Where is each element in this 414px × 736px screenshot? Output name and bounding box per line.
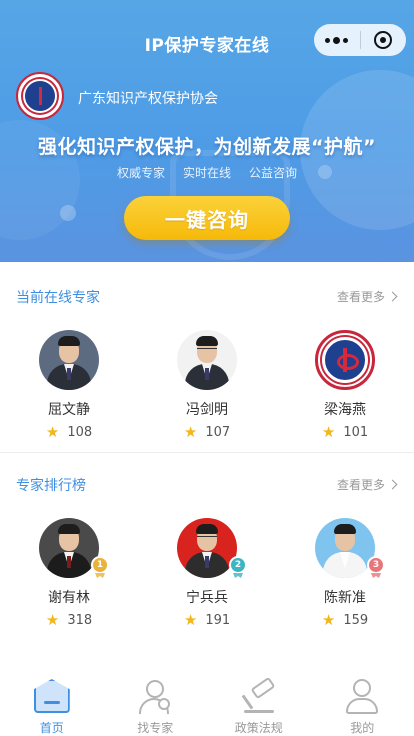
tab-policy[interactable]: 政策法规	[207, 670, 311, 736]
see-more-link[interactable]: 查看更多	[336, 288, 398, 305]
tab-label: 找专家	[137, 721, 174, 735]
gavel-icon	[238, 676, 280, 718]
more-dots-icon[interactable]	[314, 24, 360, 56]
star-icon: ★	[321, 423, 336, 441]
avatar	[315, 330, 375, 390]
star-icon: ★	[321, 611, 336, 629]
tab-find-expert[interactable]: 找专家	[104, 670, 208, 736]
hero-tag: 实时在线	[182, 166, 231, 180]
ranked-expert-card[interactable]: 3 陈新准 ★ 159	[276, 518, 414, 628]
home-icon	[31, 676, 73, 718]
star-icon: ★	[45, 611, 60, 629]
online-experts-header: 当前在线专家 查看更多	[0, 285, 414, 309]
expert-score: ★ 108	[0, 423, 138, 441]
score-value: 108	[67, 425, 93, 440]
expert-score: ★ 318	[0, 611, 138, 629]
hero-slogan: 强化知识产权保护，为创新发展“护航”	[38, 136, 376, 158]
expert-name: 宁兵兵	[186, 590, 228, 606]
hero-tag: 权威专家	[116, 166, 165, 180]
rank-badge: 2	[229, 556, 247, 574]
chevron-right-icon	[387, 291, 398, 302]
expert-card[interactable]: 屈文静 ★ 108	[0, 330, 138, 440]
expert-name: 陈新准	[324, 590, 366, 606]
expert-card[interactable]: 冯剑明 ★ 107	[138, 330, 276, 440]
rank-badge: 1	[91, 556, 109, 574]
find-expert-icon	[134, 676, 176, 718]
section-title: 专家排行榜	[16, 478, 86, 494]
expert-score: ★ 191	[138, 611, 276, 629]
chevron-right-icon	[387, 479, 398, 490]
association-logo	[16, 72, 64, 120]
avatar	[39, 330, 99, 390]
ranking-list: 1 谢有林 ★ 318 2 宁兵兵 ★ 191 3 陈新准 ★ 159	[0, 518, 414, 628]
user-icon	[341, 676, 383, 718]
avatar	[315, 518, 375, 578]
star-icon: ★	[183, 611, 198, 629]
expert-score: ★ 101	[276, 423, 414, 441]
tab-me[interactable]: 我的	[311, 670, 414, 736]
ranked-expert-card[interactable]: 1 谢有林 ★ 318	[0, 518, 138, 628]
see-more-link[interactable]: 查看更多	[336, 476, 398, 493]
expert-card[interactable]: 梁海燕 ★ 101	[276, 330, 414, 440]
hero-tags: 权威专家 实时在线 公益咨询	[0, 164, 414, 181]
expert-name: 梁海燕	[324, 402, 366, 418]
rank-badge: 3	[367, 556, 385, 574]
avatar	[177, 330, 237, 390]
decor-dot	[60, 205, 76, 221]
hero-banner: IP保护专家在线 广东知识产权保护协会 强化知识产权保护，为创新发展“护航” 权…	[0, 0, 414, 262]
star-icon: ★	[45, 423, 60, 441]
tab-home[interactable]: 首页	[0, 670, 104, 736]
score-value: 159	[343, 613, 369, 628]
expert-name: 冯剑明	[186, 402, 228, 418]
score-value: 191	[205, 613, 231, 628]
see-more-label: 查看更多	[336, 290, 385, 304]
consult-button[interactable]: 一键咨询	[124, 196, 290, 240]
expert-score: ★ 107	[138, 423, 276, 441]
expert-name: 谢有林	[48, 590, 90, 606]
tab-label: 首页	[39, 721, 64, 735]
score-value: 107	[205, 425, 231, 440]
online-experts-list: 屈文静 ★ 108 冯剑明 ★ 107 梁海燕 ★ 101	[0, 330, 414, 440]
expert-name: 屈文静	[48, 402, 90, 418]
bottom-tab-bar: 首页 找专家 政策法规 我的	[0, 670, 414, 736]
ranking-header: 专家排行榜 查看更多	[0, 473, 414, 497]
expert-score: ★ 159	[276, 611, 414, 629]
mini-program-capsule	[314, 24, 406, 56]
section-title: 当前在线专家	[16, 290, 100, 306]
ranked-expert-card[interactable]: 2 宁兵兵 ★ 191	[138, 518, 276, 628]
tab-label: 我的	[350, 721, 375, 735]
see-more-label: 查看更多	[336, 478, 385, 492]
association-name: 广东知识产权保护协会	[78, 91, 218, 107]
avatar	[39, 518, 99, 578]
score-value: 318	[67, 613, 93, 628]
section-divider	[0, 452, 414, 453]
tab-label: 政策法规	[234, 721, 283, 735]
close-circle-icon[interactable]	[360, 24, 406, 56]
star-icon: ★	[183, 423, 198, 441]
hero-tag: 公益咨询	[249, 166, 298, 180]
score-value: 101	[343, 425, 369, 440]
avatar	[177, 518, 237, 578]
